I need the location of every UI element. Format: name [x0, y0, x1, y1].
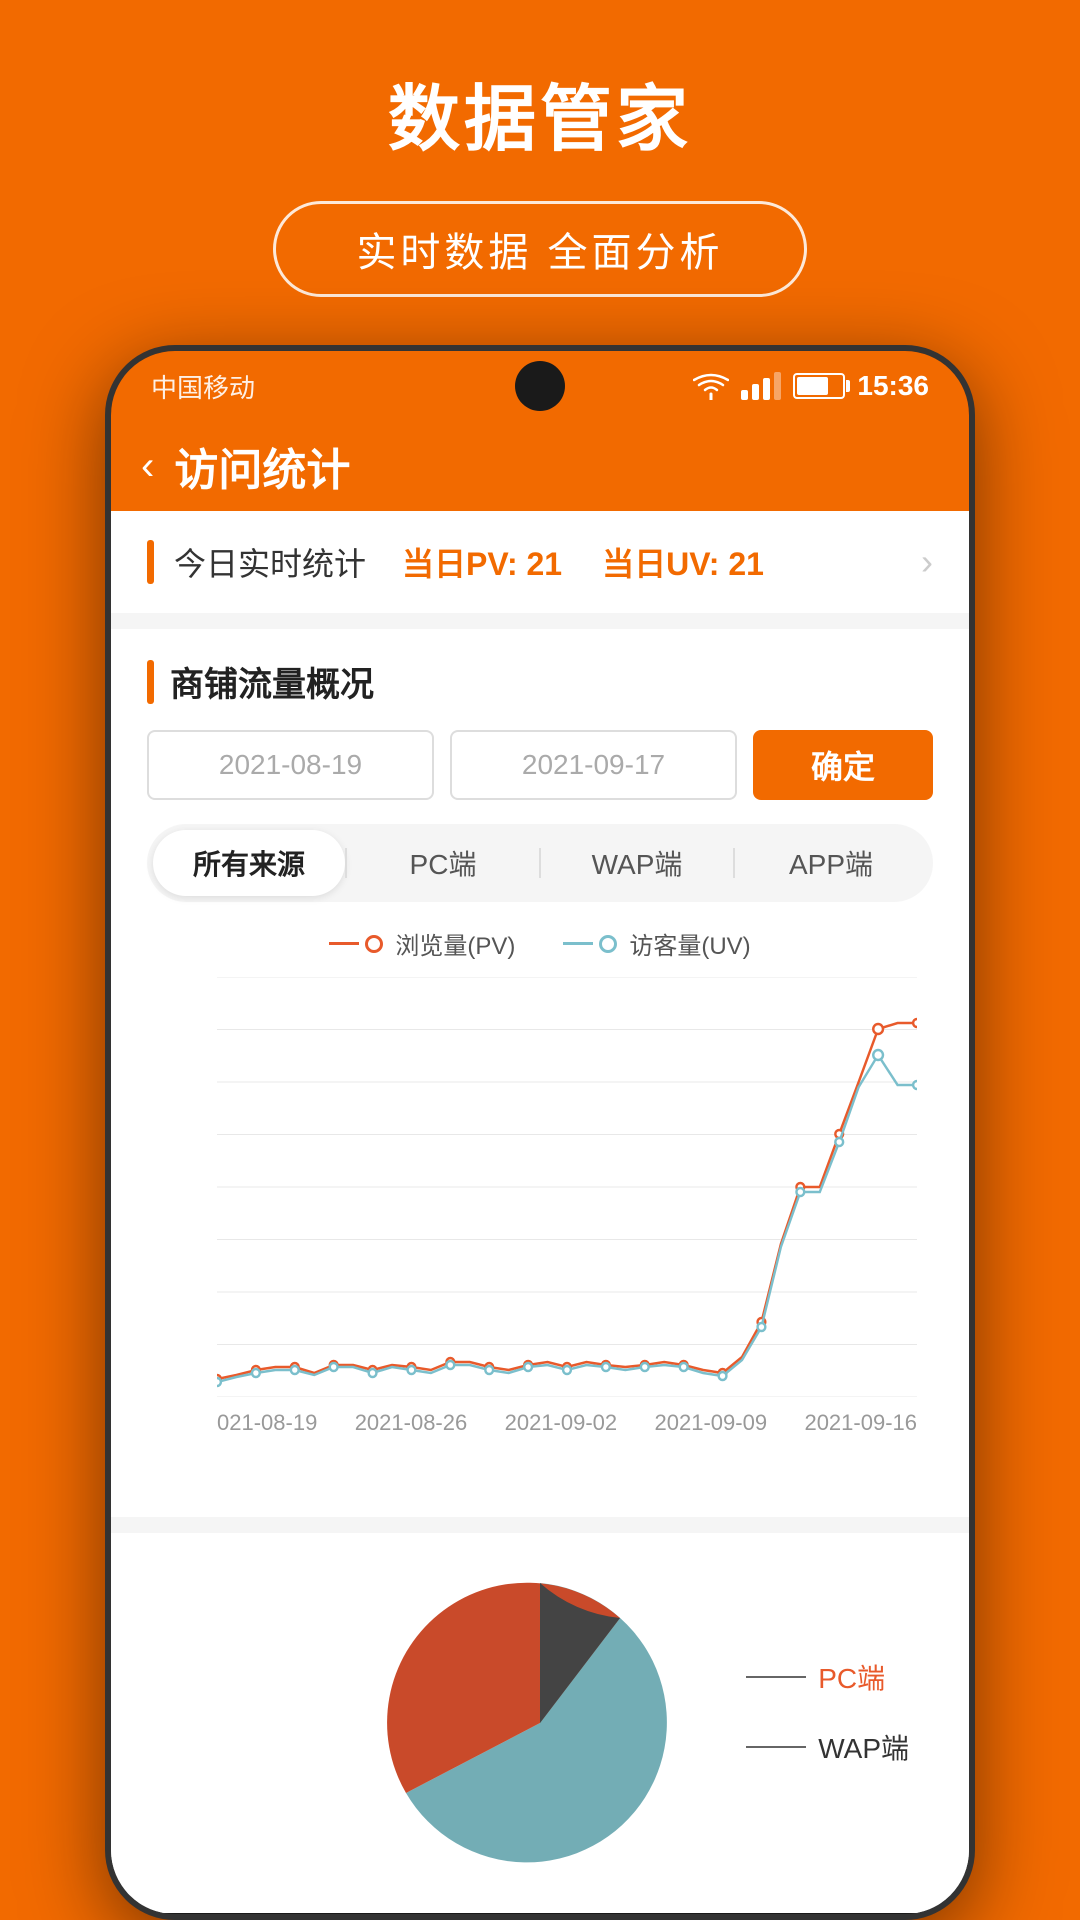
line-chart: 0 10 20 30 40 50 60 70 80 [217, 977, 917, 1397]
today-uv: 当日UV: 21 [602, 539, 764, 585]
today-pv: 当日PV: 21 [402, 539, 562, 585]
pc-label-line [746, 1667, 806, 1687]
wap-label-row: WAP端 [746, 1727, 909, 1767]
source-tabs: 所有来源 PC端 WAP端 APP端 [147, 824, 933, 902]
uv-line [217, 1055, 917, 1382]
app-title: 数据管家 [388, 60, 692, 165]
tab-pc[interactable]: PC端 [347, 830, 539, 896]
carrier-text: 中国移动 [151, 368, 255, 405]
traffic-section: 商铺流量概况 2021-08-19 2021-09-17 确定 所有来源 PC端 [111, 629, 969, 1517]
pc-label: PC端 [818, 1657, 885, 1697]
uv-value: 21 [728, 546, 764, 582]
x-label-4: 2021-09-09 [655, 1410, 768, 1436]
x-axis-labels: 021-08-19 2021-08-26 2021-09-02 2021-09-… [217, 1410, 917, 1436]
legend-uv-label: 访客量(UV) [629, 926, 750, 961]
legend-uv: 访客量(UV) [563, 926, 750, 961]
section-title-row: 商铺流量概况 [147, 657, 933, 706]
legend-pv-label: 浏览量(PV) [395, 926, 515, 961]
pc-label-row: PC端 [746, 1657, 909, 1697]
pie-section: PC端 WAP端 [111, 1533, 969, 1913]
status-right: 15:36 [693, 370, 929, 402]
x-label-3: 2021-09-02 [505, 1410, 618, 1436]
date-start-input[interactable]: 2021-08-19 [147, 730, 434, 800]
nav-title: 访问统计 [174, 434, 350, 498]
x-label-1: 021-08-19 [217, 1410, 317, 1436]
tab-app[interactable]: APP端 [735, 830, 927, 896]
status-bar: 中国移动 15:36 [111, 351, 969, 421]
camera-cutout [515, 361, 565, 411]
stats-arrow[interactable]: › [921, 541, 933, 583]
pie-labels: PC端 WAP端 [746, 1657, 909, 1767]
app-subtitle: 实时数据 全面分析 [356, 220, 723, 278]
subtitle-box: 实时数据 全面分析 [273, 201, 806, 297]
wifi-icon [693, 372, 729, 400]
tab-all-sources[interactable]: 所有来源 [153, 830, 345, 896]
section-border-2 [147, 660, 154, 704]
date-end-input[interactable]: 2021-09-17 [450, 730, 737, 800]
confirm-button[interactable]: 确定 [753, 730, 933, 800]
tab-wap[interactable]: WAP端 [541, 830, 733, 896]
pv-line [217, 1023, 917, 1379]
chart-legend: 浏览量(PV) 访客量(UV) [147, 926, 933, 961]
traffic-section-title: 商铺流量概况 [170, 657, 374, 706]
pie-chart [350, 1563, 730, 1883]
phone-frame: 中国移动 15:36 ‹ 访问统计 [105, 345, 975, 1920]
wap-label-line [746, 1737, 806, 1757]
back-button[interactable]: ‹ [141, 444, 154, 489]
x-label-2: 2021-08-26 [355, 1410, 468, 1436]
today-stats-label: 今日实时统计 [174, 539, 366, 585]
wap-label: WAP端 [818, 1727, 909, 1767]
signal-icon [741, 372, 781, 400]
x-label-5: 2021-09-16 [804, 1410, 917, 1436]
status-time: 15:36 [857, 370, 929, 402]
battery-icon [793, 373, 845, 399]
chart-area: 0 10 20 30 40 50 60 70 80 [147, 977, 933, 1497]
legend-pv: 浏览量(PV) [329, 926, 515, 961]
pv-value: 21 [527, 546, 563, 582]
main-content: 今日实时统计 当日PV: 21 当日UV: 21 › 商铺流量概况 2021-0… [111, 511, 969, 1913]
nav-bar: ‹ 访问统计 [111, 421, 969, 511]
section-border-accent [147, 540, 154, 584]
date-range: 2021-08-19 2021-09-17 确定 [147, 730, 933, 800]
today-stats-section: 今日实时统计 当日PV: 21 当日UV: 21 › [111, 511, 969, 613]
